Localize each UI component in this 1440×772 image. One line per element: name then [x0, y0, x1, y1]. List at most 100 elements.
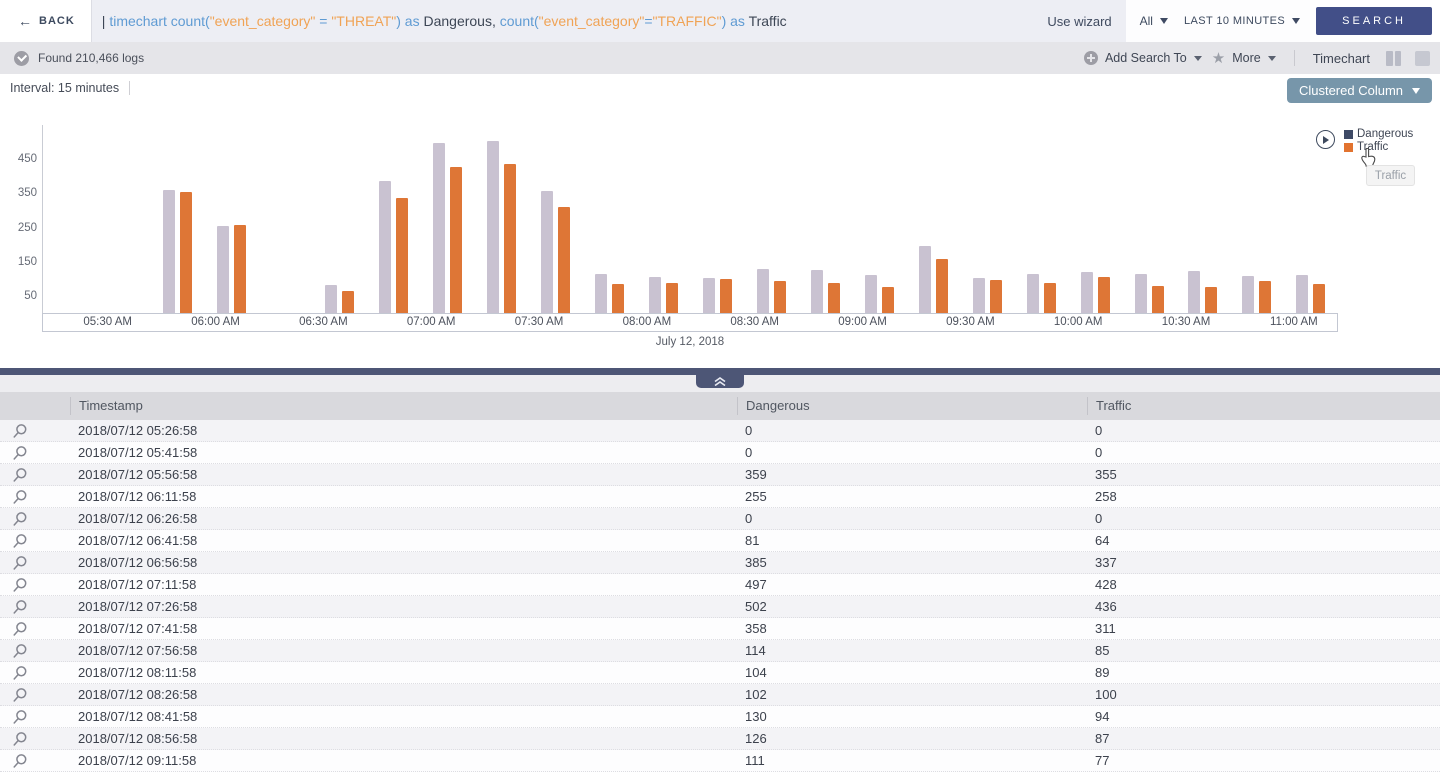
bar-dangerous[interactable]	[919, 246, 931, 313]
bar-dangerous[interactable]	[1081, 272, 1093, 313]
bar-dangerous[interactable]	[1188, 271, 1200, 313]
bar-dangerous[interactable]	[811, 270, 823, 313]
query-text[interactable]: | timechart count("event_category" = "TH…	[102, 13, 1036, 29]
bar-dangerous[interactable]	[1296, 275, 1308, 313]
drilldown-search-icon[interactable]	[0, 731, 70, 747]
add-search-to-button[interactable]: Add Search To	[1084, 51, 1202, 65]
bar-traffic[interactable]	[1152, 286, 1164, 313]
drilldown-search-icon[interactable]	[0, 533, 70, 549]
bar-dangerous[interactable]	[1242, 276, 1254, 313]
bar-dangerous[interactable]	[757, 269, 769, 313]
drilldown-search-icon[interactable]	[0, 643, 70, 659]
y-tick-label: 50	[24, 290, 37, 302]
drilldown-search-icon[interactable]	[0, 621, 70, 637]
drilldown-search-icon[interactable]	[0, 709, 70, 725]
table-row: 2018/07/12 06:26:5800	[0, 508, 1440, 530]
header-timestamp[interactable]: Timestamp	[70, 397, 737, 415]
bar-dangerous[interactable]	[1027, 274, 1039, 313]
column-chart-view-icon[interactable]	[1386, 51, 1401, 66]
bar-traffic[interactable]	[612, 284, 624, 313]
cell-timestamp: 2018/07/12 08:41:58	[70, 709, 737, 724]
bar-dangerous[interactable]	[379, 181, 391, 313]
check-circle-icon	[14, 51, 29, 66]
cell-dangerous: 359	[737, 467, 1087, 482]
chart-bucket	[1014, 125, 1068, 313]
bar-dangerous[interactable]	[703, 278, 715, 313]
table-view-icon[interactable]	[1415, 51, 1430, 66]
bar-dangerous[interactable]	[325, 285, 337, 313]
bar-traffic[interactable]	[1098, 277, 1110, 313]
bar-dangerous[interactable]	[649, 277, 661, 313]
drilldown-search-icon[interactable]	[0, 665, 70, 681]
bar-traffic[interactable]	[234, 225, 246, 313]
bar-traffic[interactable]	[396, 198, 408, 313]
header-traffic[interactable]: Traffic	[1087, 397, 1440, 415]
bar-traffic[interactable]	[774, 281, 786, 313]
bar-traffic[interactable]	[990, 280, 1002, 313]
bar-traffic[interactable]	[504, 164, 516, 313]
bar-dangerous[interactable]	[433, 143, 445, 313]
time-range-dropdown[interactable]: LAST 10 MINUTES	[1184, 15, 1300, 27]
query-segment: Dangerous,	[423, 13, 499, 29]
bar-dangerous[interactable]	[973, 278, 985, 313]
cell-traffic: 311	[1087, 621, 1440, 636]
collapse-panel-button[interactable]	[696, 375, 744, 388]
drilldown-search-icon[interactable]	[0, 489, 70, 505]
double-chevron-up-icon	[713, 377, 727, 386]
bar-traffic[interactable]	[450, 167, 462, 313]
bar-traffic[interactable]	[828, 283, 840, 313]
bar-dangerous[interactable]	[1135, 274, 1147, 313]
drilldown-search-icon[interactable]	[0, 599, 70, 615]
chart-bucket	[690, 125, 744, 313]
scope-dropdown[interactable]: All	[1140, 14, 1168, 28]
bar-traffic[interactable]	[558, 207, 570, 313]
header-dangerous[interactable]: Dangerous	[737, 397, 1087, 415]
more-button[interactable]: ★ More	[1212, 51, 1276, 66]
divider	[129, 81, 130, 95]
bar-dangerous[interactable]	[865, 275, 877, 313]
bar-traffic[interactable]	[936, 259, 948, 313]
bar-dangerous[interactable]	[595, 274, 607, 313]
cell-timestamp: 2018/07/12 06:26:58	[70, 511, 737, 526]
bar-traffic[interactable]	[666, 283, 678, 313]
query-segment: =	[644, 13, 652, 29]
cell-timestamp: 2018/07/12 08:11:58	[70, 665, 737, 680]
bar-dangerous[interactable]	[163, 190, 175, 313]
bar-traffic[interactable]	[180, 192, 192, 313]
search-button[interactable]: SEARCH	[1316, 7, 1432, 35]
drilldown-search-icon[interactable]	[0, 467, 70, 483]
drilldown-search-icon[interactable]	[0, 423, 70, 439]
cell-timestamp: 2018/07/12 08:56:58	[70, 731, 737, 746]
cell-dangerous: 497	[737, 577, 1087, 592]
drilldown-search-icon[interactable]	[0, 687, 70, 703]
bar-dangerous[interactable]	[487, 141, 499, 313]
query-segment: "event_category"	[539, 13, 645, 29]
drilldown-search-icon[interactable]	[0, 445, 70, 461]
legend-item-dangerous[interactable]: Dangerous	[1344, 128, 1413, 140]
bar-traffic[interactable]	[1044, 283, 1056, 313]
back-button[interactable]: ← BACK	[0, 0, 91, 42]
bar-traffic[interactable]	[720, 279, 732, 313]
search-query-input[interactable]: | timechart count("event_category" = "TH…	[91, 0, 1126, 42]
query-segment: ) as	[396, 13, 423, 29]
chart-bucket	[43, 125, 97, 313]
query-segment: Traffic	[749, 13, 787, 29]
drilldown-search-icon[interactable]	[0, 511, 70, 527]
drilldown-search-icon[interactable]	[0, 577, 70, 593]
chart-type-dropdown[interactable]: Clustered Column	[1287, 78, 1432, 103]
bar-dangerous[interactable]	[541, 191, 553, 313]
bar-traffic[interactable]	[882, 287, 894, 313]
bar-traffic[interactable]	[1205, 287, 1217, 313]
legend-item-traffic[interactable]: Traffic	[1344, 141, 1413, 153]
use-wizard-link[interactable]: Use wizard	[1047, 14, 1111, 29]
table-row: 2018/07/12 09:11:5811177	[0, 750, 1440, 772]
bar-traffic[interactable]	[1259, 281, 1271, 313]
bar-traffic[interactable]	[1313, 284, 1325, 313]
bar-traffic[interactable]	[342, 291, 354, 313]
cell-timestamp: 2018/07/12 09:11:58	[70, 753, 737, 768]
drilldown-search-icon[interactable]	[0, 555, 70, 571]
play-button[interactable]	[1316, 130, 1335, 149]
drilldown-search-icon[interactable]	[0, 753, 70, 769]
back-label: BACK	[39, 15, 75, 27]
bar-dangerous[interactable]	[217, 226, 229, 313]
